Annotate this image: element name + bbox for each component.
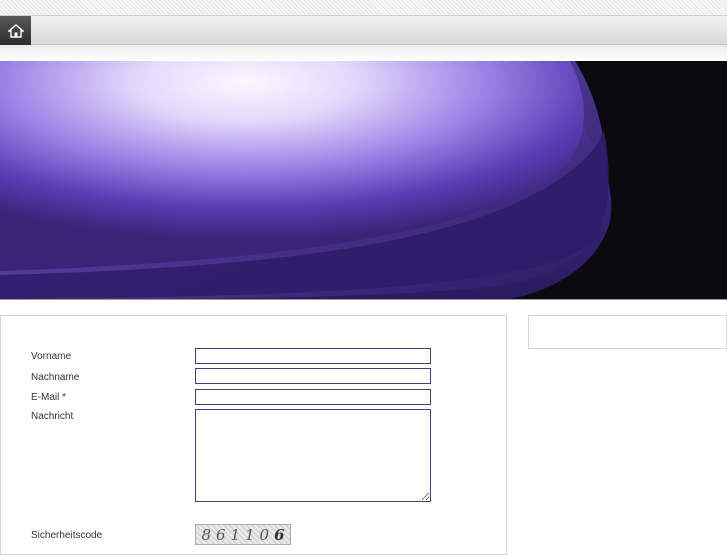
captcha-char: 8 (201, 525, 212, 544)
home-button[interactable] (0, 16, 31, 45)
captcha-char: 1 (245, 525, 255, 544)
captcha-char: 6 (216, 525, 226, 544)
message-textarea[interactable] (195, 409, 431, 502)
captcha-char: 0 (259, 525, 270, 544)
captcha-label: Sicherheitscode (31, 530, 103, 541)
top-nav-bar (0, 15, 727, 45)
message-label: Nachricht (31, 411, 74, 422)
sidebar-panel (528, 315, 727, 349)
top-pattern-stripe (0, 0, 727, 15)
first-name-field[interactable] (195, 348, 431, 364)
captcha-char: 1 (230, 525, 241, 544)
email-field[interactable] (195, 389, 431, 405)
captcha-char: 6 (274, 525, 285, 544)
first-name-label: Vorname (31, 351, 72, 362)
home-icon (7, 23, 24, 38)
nav-shadow (0, 45, 727, 61)
hero-banner-image (0, 61, 727, 300)
email-label: E-Mail * (31, 392, 67, 403)
last-name-label: Nachname (31, 372, 80, 383)
captcha-image: 8 6 1 1 0 6 (195, 524, 291, 545)
last-name-field[interactable] (195, 368, 431, 384)
